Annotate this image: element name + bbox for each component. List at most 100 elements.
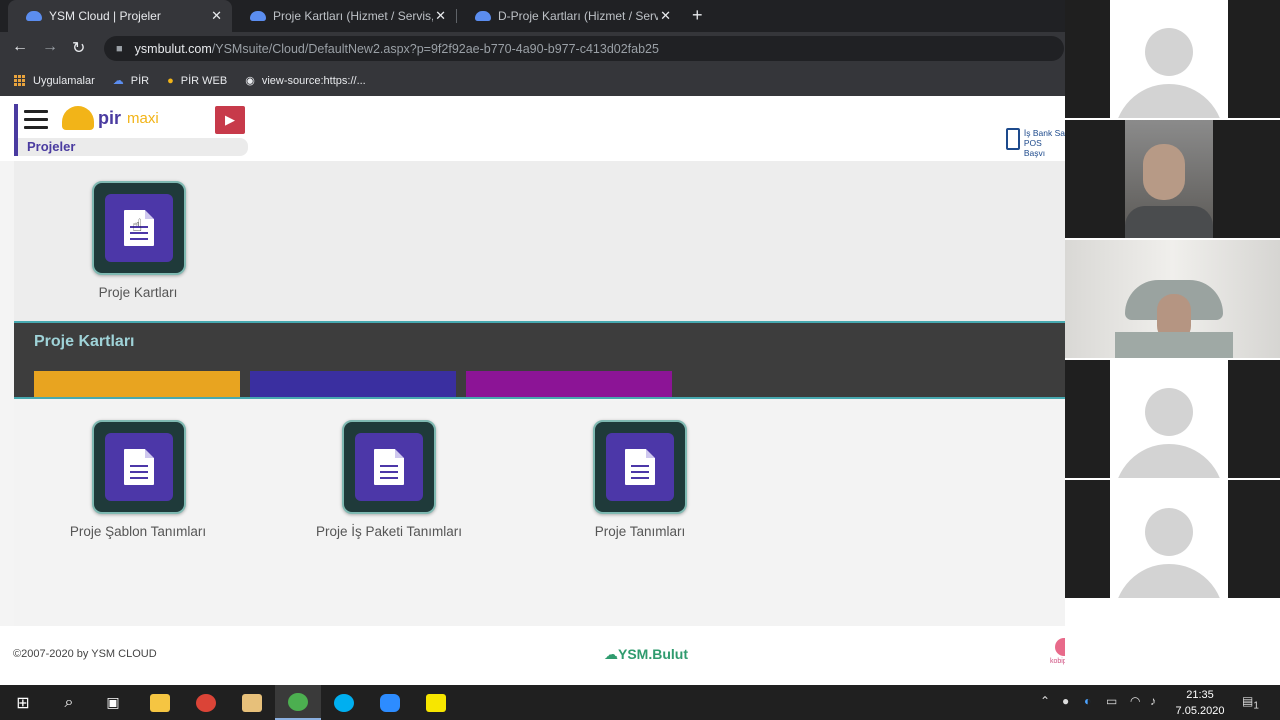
kobipirim-logo[interactable]: kobipirim bbox=[1048, 638, 1065, 672]
video-icon[interactable]: ▶ bbox=[215, 106, 245, 134]
cloud-icon bbox=[26, 11, 42, 21]
taskbar-mail[interactable] bbox=[229, 685, 275, 720]
participant-tile[interactable] bbox=[1065, 120, 1280, 238]
bookmark-label: view-source:https://... bbox=[261, 74, 366, 87]
taskbar-skype[interactable] bbox=[321, 685, 367, 720]
wifi-icon[interactable]: ◠ bbox=[1130, 694, 1140, 708]
bookmark-pir[interactable]: ☁ PİR bbox=[113, 74, 150, 88]
clock-time: 21:35 bbox=[1186, 689, 1214, 701]
app-header: pir maxi ▶ Projeler İş Bank Sa POS Başvı bbox=[0, 96, 1065, 161]
tab-title: YSM Cloud | Projeler bbox=[49, 9, 161, 23]
card-inner bbox=[355, 433, 423, 501]
proje-is-paketi-card[interactable] bbox=[342, 420, 436, 514]
lock-icon: ■ bbox=[116, 42, 123, 55]
chrome-icon bbox=[196, 693, 216, 712]
url-path: /YSMsuite/Cloud/DefaultNew2.aspx?p=9f2f9… bbox=[211, 41, 659, 56]
notification-count: 1 bbox=[1253, 700, 1259, 712]
logo-text-main: pir bbox=[98, 107, 122, 128]
breadcrumb[interactable]: Projeler bbox=[18, 138, 248, 156]
reload-button[interactable]: ↻ bbox=[72, 38, 85, 58]
proje-tanimlari-card[interactable] bbox=[593, 420, 687, 514]
hamburger-menu-icon[interactable] bbox=[24, 110, 48, 132]
sticky-notes-icon bbox=[426, 693, 446, 712]
clock-date: 7.05.2020 bbox=[1175, 705, 1225, 717]
avatar-icon bbox=[1110, 360, 1228, 478]
proje-tanimlari-label: Proje Tanımları bbox=[594, 524, 686, 539]
battery-icon[interactable]: ▭ bbox=[1106, 694, 1117, 708]
proje-sablon-card[interactable] bbox=[92, 420, 186, 514]
search-icon: ⌕ bbox=[64, 693, 74, 711]
page-footer: ©2007-2020 by YSM CLOUD ☁YSM.Bulut kobip… bbox=[0, 626, 1065, 685]
edge-icon[interactable]: ◐ bbox=[1084, 694, 1091, 708]
bookmark-apps[interactable]: Uygulamalar bbox=[14, 75, 95, 87]
bookmark-pir-web[interactable]: ● PİR WEB bbox=[167, 75, 227, 87]
video-call-panel bbox=[1065, 0, 1280, 685]
participant-tile[interactable] bbox=[1065, 360, 1280, 478]
taskbar-sticky-notes[interactable] bbox=[413, 685, 459, 720]
bank-icon bbox=[1006, 128, 1020, 150]
participant-video bbox=[1065, 240, 1280, 358]
document-icon bbox=[625, 449, 655, 485]
tab-title: D-Proje Kartları (Hizmet / Servis, bbox=[498, 9, 658, 23]
bank-pos-banner[interactable]: İş Bank Sa POS Başvı bbox=[1006, 128, 1065, 158]
bookmark-view-source[interactable]: ◉ view-source:https://... bbox=[245, 74, 366, 88]
close-icon[interactable]: ✕ bbox=[660, 8, 671, 24]
stripe-orange bbox=[34, 371, 240, 397]
participant-tile[interactable] bbox=[1065, 240, 1280, 358]
bookmark-label: PİR bbox=[130, 74, 150, 87]
tab-ysm-cloud[interactable]: YSM Cloud | Projeler ✕ bbox=[8, 0, 232, 32]
notification-icon[interactable]: ▤1 bbox=[1242, 694, 1259, 711]
tab-proje-kartlari[interactable]: Proje Kartları (Hizmet / Servis, Sü ✕ bbox=[232, 0, 456, 32]
task-view-button[interactable]: ▣ bbox=[90, 685, 136, 720]
copyright-text: ©2007-2020 by YSM CLOUD bbox=[13, 648, 157, 660]
helmet-icon bbox=[62, 106, 94, 130]
stripe-purple bbox=[466, 371, 672, 397]
bookmark-label: PİR WEB bbox=[180, 74, 228, 87]
volume-icon[interactable]: ♪ bbox=[1150, 694, 1156, 708]
bank-line-2: POS Başvı bbox=[1023, 138, 1046, 158]
tray-expand-icon[interactable]: ⌃ bbox=[1040, 694, 1050, 708]
microphone-icon[interactable]: ● bbox=[1062, 694, 1069, 708]
close-icon[interactable]: ✕ bbox=[435, 8, 446, 24]
start-button[interactable]: ⊞ bbox=[0, 685, 46, 720]
section-title: Proje Kartları bbox=[34, 333, 135, 350]
back-button[interactable]: ← bbox=[12, 38, 28, 56]
tab-title: Proje Kartları (Hizmet / Servis, Sü bbox=[273, 9, 433, 23]
screen: YSM Cloud | Projeler ✕ Proje Kartları (H… bbox=[0, 0, 1280, 720]
close-icon[interactable]: ✕ bbox=[211, 8, 222, 24]
stripe-blue bbox=[250, 371, 456, 397]
taskbar-explorer[interactable] bbox=[137, 685, 183, 720]
pir-maxi-logo[interactable]: pir maxi bbox=[62, 106, 159, 130]
clock[interactable]: 21:35 7.05.2020 bbox=[1172, 687, 1228, 719]
proje-is-paketi-label: Proje İş Paketi Tanımları bbox=[315, 524, 463, 539]
chrome-icon bbox=[288, 692, 308, 711]
mail-icon bbox=[242, 693, 262, 712]
kobipirim-text: kobipirim bbox=[1049, 658, 1065, 665]
taskbar-chrome[interactable] bbox=[183, 685, 229, 720]
folder-icon bbox=[150, 693, 170, 712]
forward-button[interactable]: → bbox=[42, 38, 58, 56]
new-tab-button[interactable]: + bbox=[692, 5, 703, 26]
windows-icon: ⊞ bbox=[16, 694, 30, 712]
avatar-icon bbox=[1110, 0, 1228, 118]
participant-video bbox=[1125, 120, 1213, 238]
card-inner bbox=[105, 433, 173, 501]
search-button[interactable]: ⌕ bbox=[46, 685, 92, 720]
ysm-bulut-text: YSM.Bulut bbox=[618, 646, 688, 662]
participant-tile[interactable] bbox=[1065, 0, 1280, 118]
ysm-bulut-logo[interactable]: ☁YSM.Bulut bbox=[604, 646, 688, 663]
participant-tile[interactable] bbox=[1065, 480, 1280, 598]
bank-line-1: İş Bank Sa bbox=[1023, 128, 1065, 138]
tab-d-proje-kartlari[interactable]: D-Proje Kartları (Hizmet / Servis, ✕ bbox=[457, 0, 681, 32]
zoom-icon bbox=[380, 693, 400, 712]
address-bar[interactable]: ■ ysmbulut.com /YSMsuite/Cloud/DefaultNe… bbox=[104, 36, 1064, 61]
url-domain: ysmbulut.com bbox=[134, 41, 212, 56]
taskbar-chrome-active[interactable] bbox=[275, 685, 321, 720]
task-view-icon: ▣ bbox=[106, 694, 120, 710]
taskbar-zoom[interactable] bbox=[367, 685, 413, 720]
windows-taskbar: ⊞ ⌕ ▣ ⌃ ● ◐ ▭ ◠ ♪ 21:35 7.05.2020 ▤1 bbox=[0, 685, 1280, 720]
apps-grid-icon bbox=[14, 75, 25, 86]
bulb-icon: ● bbox=[167, 74, 174, 87]
proje-kartlari-label: Proje Kartları bbox=[98, 285, 178, 300]
avatar-icon bbox=[1110, 480, 1228, 598]
